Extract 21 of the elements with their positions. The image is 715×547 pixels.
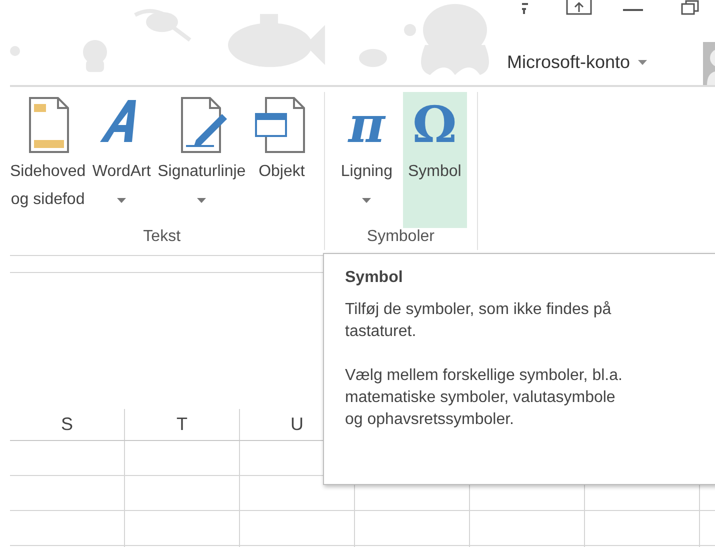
caret-icon <box>362 198 372 202</box>
tooltip-text: Tilføj de symboler, som ikke findes på tastaturet. <box>345 300 612 342</box>
equation-button[interactable]: π Ligning <box>334 92 399 228</box>
account-menu[interactable]: Microsoft-konto <box>507 52 648 73</box>
caret-icon <box>638 60 648 65</box>
symbol-button[interactable]: Ω Symbol <box>402 92 467 228</box>
group-label: Tekst <box>143 228 181 247</box>
column-header[interactable]: S <box>10 409 125 440</box>
caret-icon <box>197 198 206 202</box>
avatar-icon <box>703 42 715 85</box>
header-footer-button[interactable]: Sidehoved og sidefod <box>10 92 86 228</box>
caret-icon <box>117 198 126 202</box>
pi-icon: π <box>348 96 385 154</box>
ribbon-display-options-icon[interactable] <box>566 0 592 18</box>
object-button[interactable]: Objekt <box>250 92 314 228</box>
group-label: Symboler <box>366 228 434 247</box>
signature-button[interactable]: Signaturlinje <box>158 92 246 228</box>
tooltip-title: Symbol <box>345 269 404 287</box>
column-header[interactable]: T <box>125 409 240 440</box>
wordart-button[interactable]: WordArt <box>90 92 154 228</box>
omega-icon: Ω <box>412 96 457 154</box>
